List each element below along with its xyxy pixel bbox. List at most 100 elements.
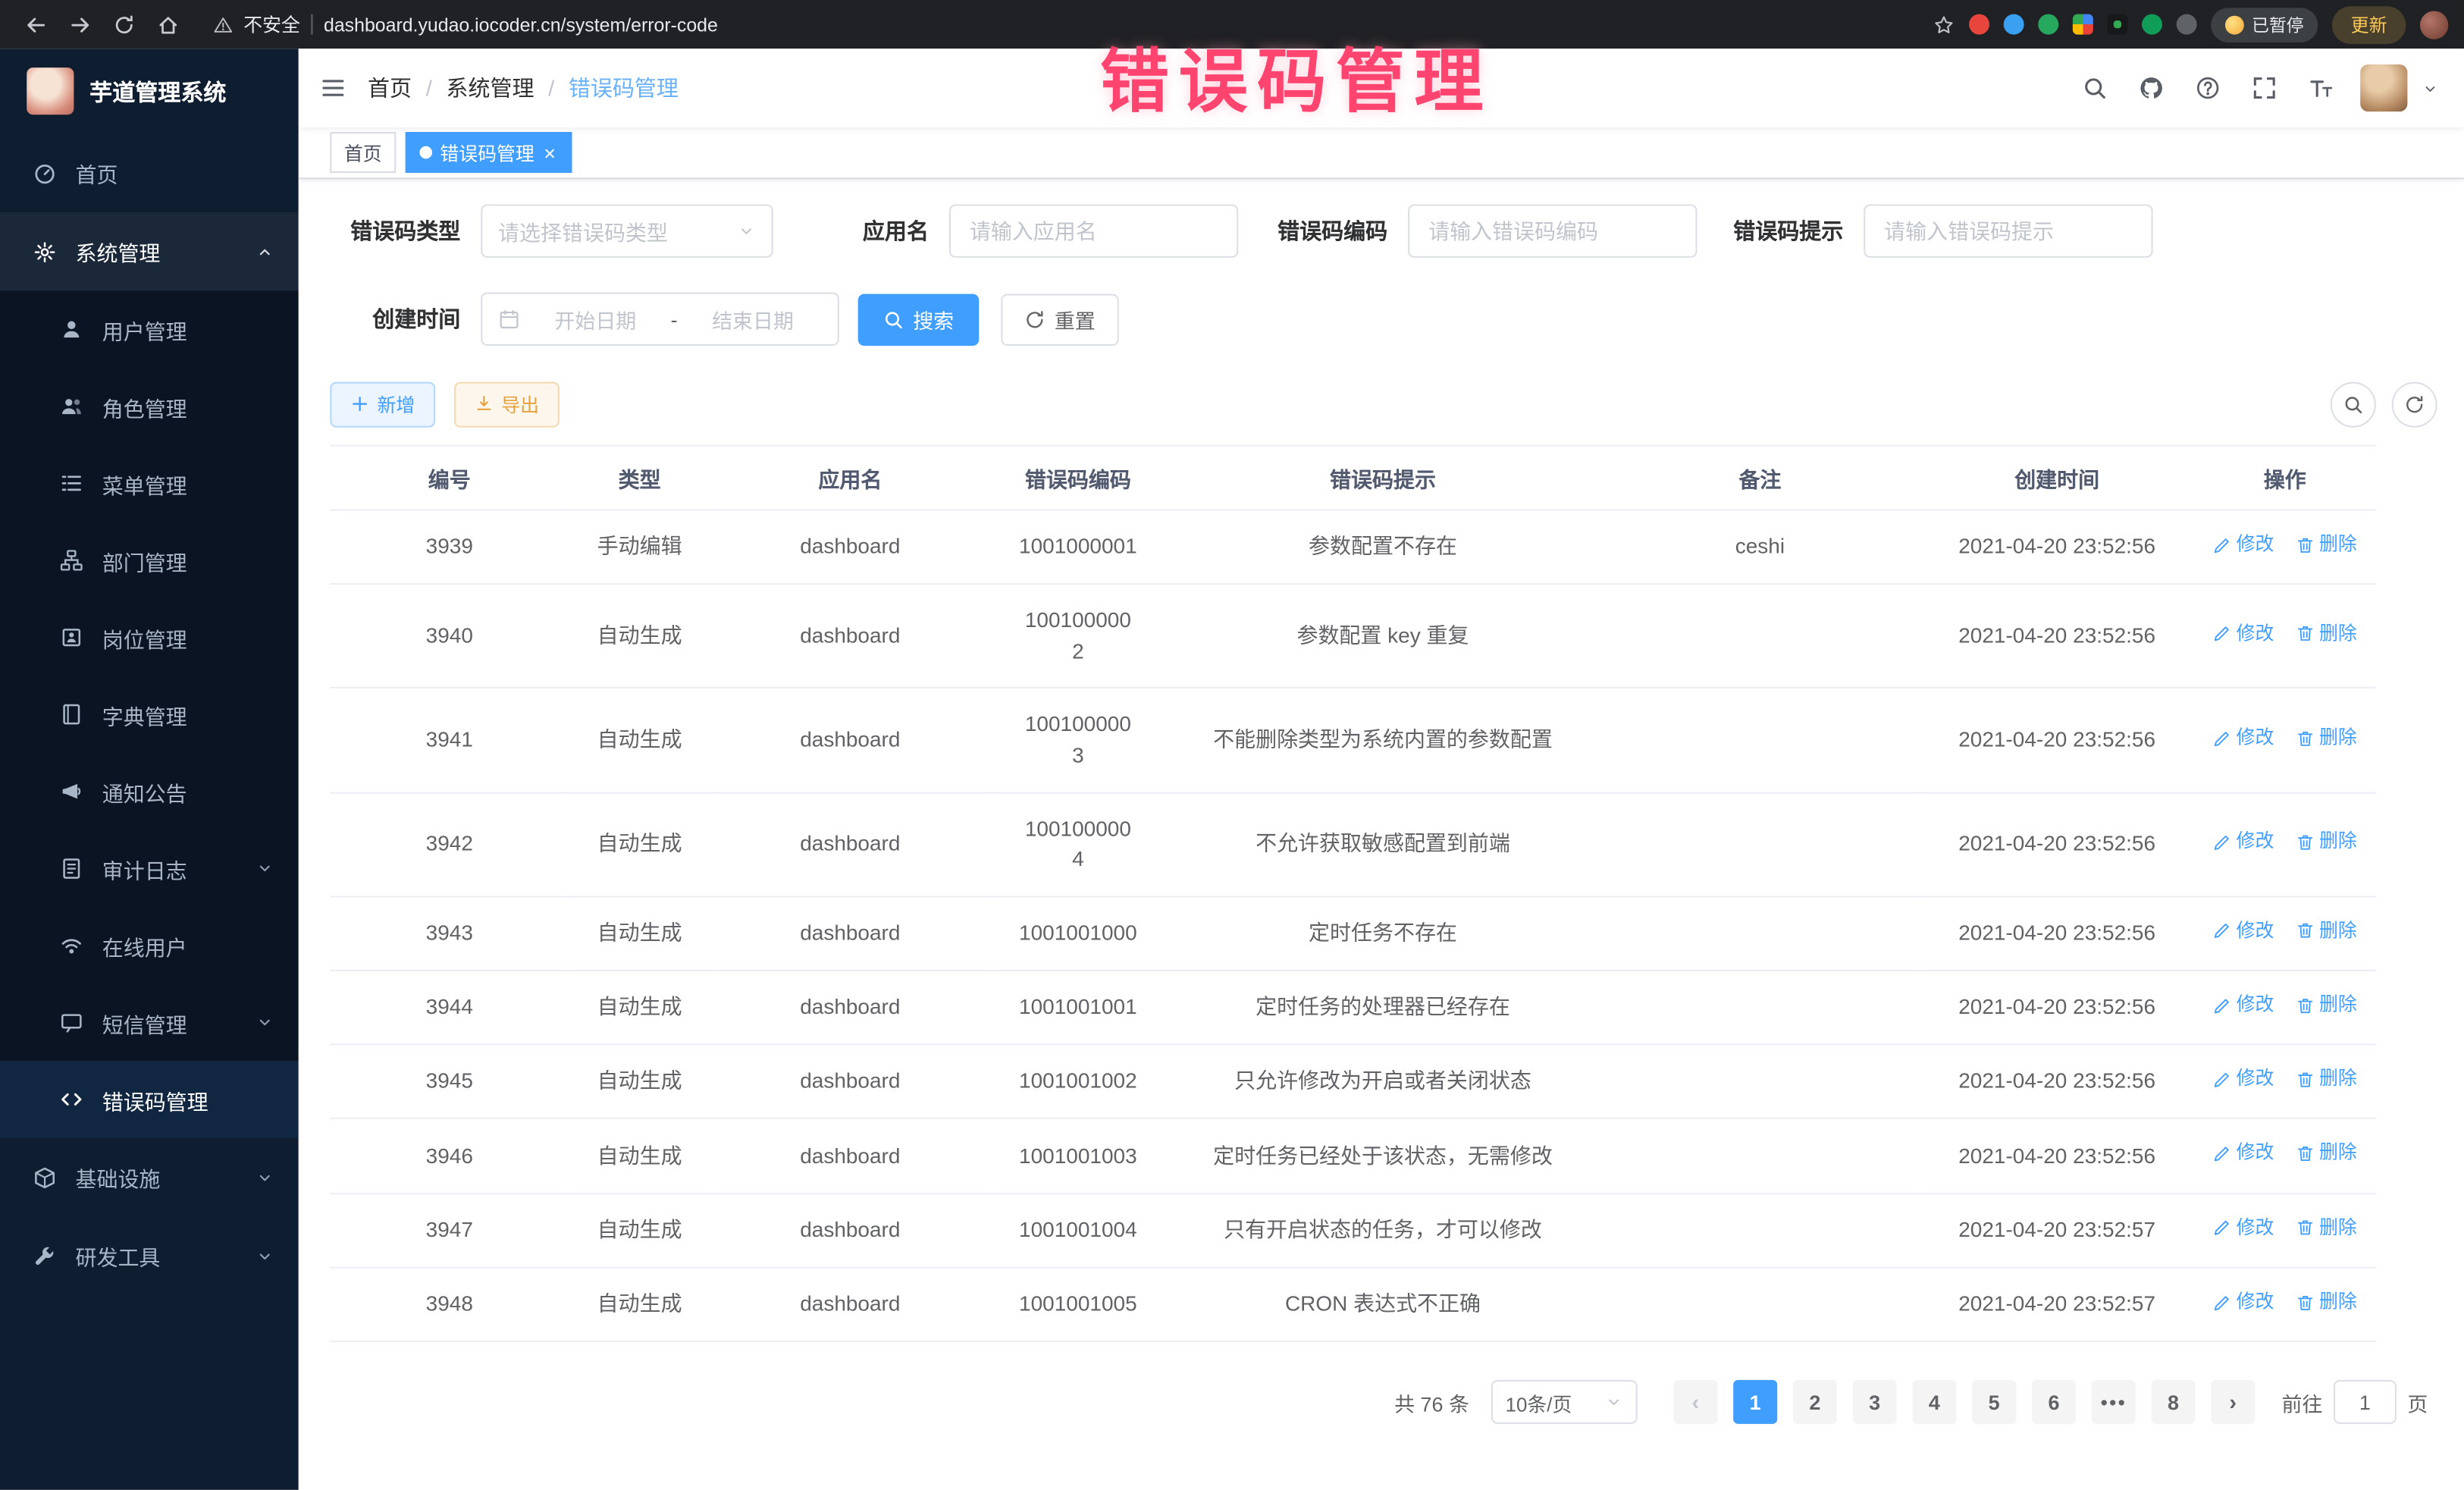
error-message-input[interactable] (1864, 204, 2152, 257)
page-button-4[interactable]: 4 (1912, 1380, 1956, 1424)
sidebar-item-dicts[interactable]: 字典管理 (0, 676, 299, 753)
edit-button[interactable]: 修改 (2213, 1288, 2274, 1316)
delete-button[interactable]: 删除 (2296, 828, 2357, 855)
edit-button[interactable]: 修改 (2213, 918, 2274, 945)
edit-button[interactable]: 修改 (2213, 992, 2274, 1019)
sidebar-item-online-users[interactable]: 在线用户 (0, 907, 299, 984)
extension-icon[interactable] (2177, 14, 2197, 35)
page-size-select[interactable]: 10条/页 (1491, 1380, 1638, 1424)
sidebar-item-menus[interactable]: 菜单管理 (0, 445, 299, 522)
paused-badge[interactable]: 已暂停 (2211, 7, 2318, 42)
github-icon[interactable] (2127, 63, 2174, 113)
cell-actions: 修改 删除 (2193, 1045, 2375, 1119)
error-code-input[interactable] (1408, 204, 1697, 257)
export-button[interactable]: 导出 (454, 381, 560, 427)
prev-page-button[interactable]: ‹ (1673, 1380, 1717, 1424)
address-bar[interactable]: 不安全 dashboard.yudao.iocoder.cn/system/er… (214, 11, 1917, 38)
date-range-picker[interactable]: 开始日期 - 结束日期 (481, 293, 839, 346)
sidebar-item-system[interactable]: 系统管理 (0, 212, 299, 291)
sidebar-item-home[interactable]: 首页 (0, 133, 299, 212)
trash-icon (2296, 535, 2315, 554)
delete-button-label: 删除 (2319, 1214, 2357, 1241)
search-icon[interactable] (2071, 63, 2118, 113)
page-button-5[interactable]: 5 (1972, 1380, 2016, 1424)
browser-profile-avatar[interactable] (2420, 10, 2448, 38)
badge-icon (60, 626, 83, 649)
app-header: 首页 / 系统管理 / 错误码管理 (299, 49, 2464, 127)
search-button[interactable]: 搜索 (858, 293, 980, 345)
edit-button-label: 修改 (2237, 1140, 2274, 1167)
edit-button[interactable]: 修改 (2213, 620, 2274, 648)
user-avatar[interactable] (2360, 64, 2407, 111)
column-header-message: 错误码提示 (1166, 446, 1600, 510)
delete-button[interactable]: 删除 (2296, 1066, 2357, 1093)
browser-reload-icon[interactable] (104, 4, 145, 45)
edit-button[interactable]: 修改 (2213, 1066, 2274, 1093)
sidebar-item-notices[interactable]: 通知公告 (0, 753, 299, 830)
sidebar-item-depts[interactable]: 部门管理 (0, 522, 299, 599)
sidebar-item-devtools[interactable]: 研发工具 (0, 1216, 299, 1295)
browser-back-icon[interactable] (16, 4, 57, 45)
refresh-table-button[interactable] (2392, 381, 2437, 427)
delete-button[interactable]: 删除 (2296, 1140, 2357, 1167)
delete-button[interactable]: 删除 (2296, 992, 2357, 1019)
tab-error-code[interactable]: 错误码管理 × (406, 132, 572, 173)
cell-id: 3946 (330, 1119, 569, 1194)
error-type-select[interactable]: 请选择错误码类型 (481, 204, 773, 257)
toggle-search-button[interactable] (2331, 381, 2376, 427)
app-logo[interactable]: 芋道管理系统 (0, 49, 299, 133)
extension-icon[interactable] (2142, 14, 2162, 35)
delete-button[interactable]: 删除 (2296, 724, 2357, 751)
delete-button[interactable]: 删除 (2296, 918, 2357, 945)
sidebar-item-users[interactable]: 用户管理 (0, 290, 299, 368)
page-button-8[interactable]: 8 (2151, 1380, 2195, 1424)
sidebar-item-sms[interactable]: 短信管理 (0, 984, 299, 1062)
delete-button[interactable]: 删除 (2296, 532, 2357, 559)
page-button-2[interactable]: 2 (1793, 1380, 1837, 1424)
extension-icon[interactable] (2107, 14, 2127, 35)
avatar-caret-icon[interactable] (2417, 80, 2442, 97)
page-ellipsis[interactable]: ••• (2092, 1380, 2136, 1424)
bookmark-star-icon[interactable] (1933, 14, 1955, 36)
app-name-input[interactable] (949, 204, 1238, 257)
page-button-3[interactable]: 3 (1853, 1380, 1897, 1424)
extension-icon[interactable] (2073, 14, 2093, 35)
edit-button[interactable]: 修改 (2213, 532, 2274, 559)
next-page-button[interactable]: › (2211, 1380, 2255, 1424)
edit-button[interactable]: 修改 (2213, 724, 2274, 751)
goto-page-input[interactable] (2334, 1380, 2397, 1424)
sidebar-item-roles[interactable]: 角色管理 (0, 368, 299, 445)
browser-update-button[interactable]: 更新 (2332, 5, 2406, 43)
close-tab-icon[interactable]: × (542, 143, 557, 163)
edit-button[interactable]: 修改 (2213, 828, 2274, 855)
sidebar-item-audit-log[interactable]: 审计日志 (0, 830, 299, 907)
trash-icon (2296, 1144, 2315, 1163)
sidebar-item-posts[interactable]: 岗位管理 (0, 599, 299, 676)
breadcrumb-home[interactable]: 首页 (368, 72, 412, 103)
delete-button[interactable]: 删除 (2296, 1214, 2357, 1241)
extension-icon[interactable] (2038, 14, 2058, 35)
trash-icon (2296, 921, 2315, 940)
tab-home[interactable]: 首页 (330, 132, 396, 173)
help-icon[interactable] (2184, 63, 2231, 113)
sidebar-item-infrastructure[interactable]: 基础设施 (0, 1138, 299, 1217)
extension-icon[interactable] (2004, 14, 2024, 35)
browser-forward-icon[interactable] (60, 4, 101, 45)
extension-icon[interactable] (1969, 14, 1989, 35)
delete-button[interactable]: 删除 (2296, 620, 2357, 648)
edit-button[interactable]: 修改 (2213, 1140, 2274, 1167)
delete-button-label: 删除 (2319, 918, 2357, 945)
font-size-icon[interactable] (2297, 63, 2344, 113)
breadcrumb-system[interactable]: 系统管理 (446, 72, 534, 103)
fullscreen-icon[interactable] (2241, 63, 2288, 113)
add-button[interactable]: 新增 (330, 381, 435, 427)
browser-home-icon[interactable] (148, 4, 189, 45)
sidebar-item-error-code[interactable]: 错误码管理 (0, 1061, 299, 1138)
edit-button-label: 修改 (2237, 620, 2274, 648)
page-button-6[interactable]: 6 (2032, 1380, 2076, 1424)
reset-button[interactable]: 重置 (1001, 293, 1118, 345)
page-button-1[interactable]: 1 (1733, 1380, 1777, 1424)
sidebar-toggle-icon[interactable] (299, 49, 368, 127)
edit-button[interactable]: 修改 (2213, 1214, 2274, 1241)
delete-button[interactable]: 删除 (2296, 1288, 2357, 1316)
